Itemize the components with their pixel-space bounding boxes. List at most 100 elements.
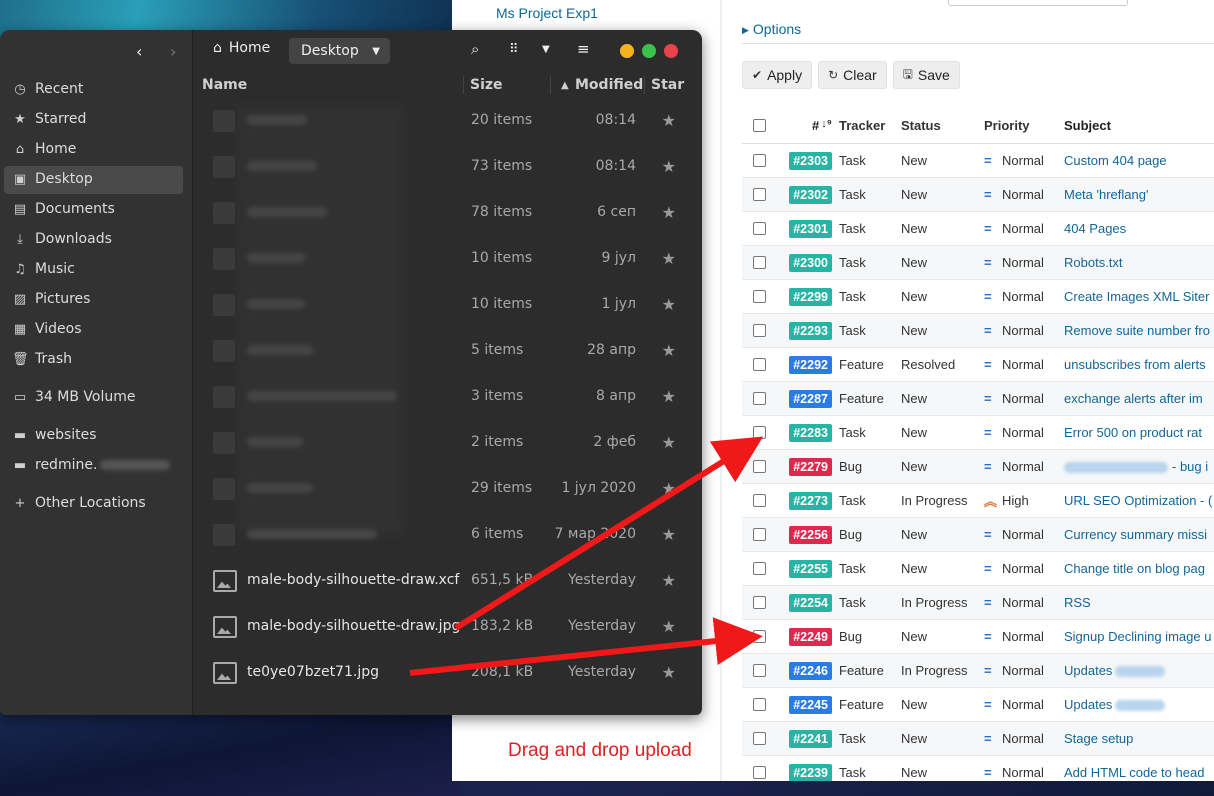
subject-cell[interactable]: Stage setup (1064, 731, 1214, 746)
row-checkbox[interactable] (742, 358, 776, 371)
row-checkbox[interactable] (742, 290, 776, 303)
issue-id-badge[interactable]: #2302 (789, 185, 832, 204)
issue-id-badge[interactable]: #2279 (789, 457, 832, 476)
issue-id-badge[interactable]: #2273 (789, 491, 832, 510)
forward-icon[interactable]: › (170, 42, 176, 61)
subject-link[interactable]: RSS (1064, 595, 1091, 610)
star-icon[interactable]: ★ (662, 387, 676, 406)
maximize-button[interactable] (642, 44, 656, 58)
checkbox[interactable] (752, 732, 766, 745)
sidebar-item-redmine[interactable]: ▬ redmine. (12, 457, 171, 473)
clear-button[interactable]: ↻ Clear (818, 61, 887, 89)
column-subject[interactable]: Subject (1064, 118, 1214, 133)
sidebar-item-videos[interactable]: ▦ Videos (12, 321, 82, 337)
sidebar-item-desktop[interactable]: ▣ Desktop (12, 171, 93, 187)
subject-cell[interactable]: Robots.txt (1064, 255, 1214, 270)
subject-link[interactable]: URL SEO Optimization - ( (1064, 493, 1212, 508)
checkbox[interactable] (752, 256, 766, 269)
close-button[interactable] (664, 44, 678, 58)
file-row[interactable]: male-body-silhouette-draw.xcf 651,5 kB Yes… (193, 558, 692, 604)
subject-link[interactable]: exchange alerts after im (1064, 391, 1203, 406)
star-icon[interactable]: ★ (662, 663, 676, 682)
row-checkbox[interactable] (742, 698, 776, 711)
subject-cell[interactable]: Updates (1064, 663, 1214, 678)
sidebar-item-pictures[interactable]: ▨ Pictures (12, 291, 91, 307)
checkbox[interactable] (752, 596, 766, 609)
subject-link[interactable]: Add HTML code to head (1064, 765, 1204, 780)
checkbox[interactable] (752, 426, 766, 439)
subject-link[interactable]: - bug i (1172, 459, 1208, 474)
row-checkbox[interactable] (742, 392, 776, 405)
table-row[interactable]: #2303 Task New = Normal Custom 404 page (742, 144, 1214, 178)
subject-cell[interactable]: 404 Pages (1064, 221, 1214, 236)
subject-cell[interactable]: Create Images XML Siter (1064, 289, 1214, 304)
row-checkbox[interactable] (742, 528, 776, 541)
breadcrumb-desktop[interactable]: Desktop ▼ (289, 38, 390, 64)
subject-link[interactable]: Robots.txt (1064, 255, 1123, 270)
table-row[interactable]: #2273 Task In Progress ︽ High URL SEO Optimiz… (742, 484, 1214, 518)
checkbox[interactable] (752, 562, 766, 575)
subject-cell[interactable]: Currency summary missi (1064, 527, 1214, 542)
star-icon[interactable]: ★ (662, 249, 676, 268)
star-icon[interactable]: ★ (662, 479, 676, 498)
table-row[interactable]: #2241 Task New = Normal Stage setup (742, 722, 1214, 756)
subject-cell[interactable]: exchange alerts after im (1064, 391, 1214, 406)
table-row[interactable]: #2239 Task New = Normal Add HTML code to head (742, 756, 1214, 781)
row-checkbox[interactable] (742, 256, 776, 269)
checkbox[interactable] (752, 188, 766, 201)
issue-id-badge[interactable]: #2239 (789, 763, 832, 781)
sidebar-item-music[interactable]: ♫ Music (12, 261, 75, 277)
column-tracker[interactable]: Tracker (839, 118, 901, 133)
sidebar-item-documents[interactable]: ▤ Documents (12, 201, 115, 217)
subject-cell[interactable]: Updates (1064, 697, 1214, 712)
table-row[interactable]: #2254 Task In Progress = Normal RSS (742, 586, 1214, 620)
sidebar-item-recent[interactable]: ◷ Recent (12, 81, 83, 97)
breadcrumb-home[interactable]: ⌂ Home (213, 40, 270, 56)
checkbox[interactable] (752, 290, 766, 303)
table-row[interactable]: #2283 Task New = Normal Error 500 on product … (742, 416, 1214, 450)
file-row[interactable]: te0ye07bzet71.jpg 208,1 kB Yesterday ★ (193, 650, 692, 696)
column-size[interactable]: Size (470, 77, 503, 93)
issue-id-badge[interactable]: #2246 (789, 661, 832, 680)
row-checkbox[interactable] (742, 426, 776, 439)
subject-link[interactable]: Meta 'hreflang' (1064, 187, 1148, 202)
subject-cell[interactable]: RSS (1064, 595, 1214, 610)
subject-link[interactable]: Updates (1064, 697, 1112, 712)
options-toggle[interactable]: ▶ Options (742, 21, 801, 37)
select-all-checkbox[interactable] (742, 119, 776, 132)
back-icon[interactable]: ‹ (136, 42, 142, 61)
checkbox[interactable] (752, 630, 766, 643)
view-options-chevron-icon[interactable]: ▼ (542, 44, 550, 55)
star-icon[interactable]: ★ (662, 341, 676, 360)
checkbox[interactable] (752, 392, 766, 405)
table-row[interactable]: #2292 Feature Resolved = Normal unsubscribes … (742, 348, 1214, 382)
search-icon[interactable]: ⌕ (471, 40, 479, 58)
star-icon[interactable]: ★ (662, 295, 676, 314)
table-row[interactable]: #2246 Feature In Progress = Normal Updates (742, 654, 1214, 688)
sidebar-item-websites[interactable]: ▬ websites (12, 427, 97, 443)
table-row[interactable]: #2279 Bug New = Normal - bug i (742, 450, 1214, 484)
subject-cell[interactable]: unsubscribes from alerts (1064, 357, 1214, 372)
checkbox[interactable] (752, 766, 766, 779)
subject-link[interactable]: Change title on blog pag (1064, 561, 1205, 576)
checkbox[interactable] (752, 528, 766, 541)
sidebar-item-volume[interactable]: ▭ 34 MB Volume (12, 389, 136, 405)
column-star[interactable]: Star (651, 77, 684, 93)
row-checkbox[interactable] (742, 766, 776, 779)
table-row[interactable]: #2299 Task New = Normal Create Images XML Sit… (742, 280, 1214, 314)
row-checkbox[interactable] (742, 562, 776, 575)
subject-cell[interactable]: Error 500 on product rat (1064, 425, 1214, 440)
table-row[interactable]: #2256 Bug New = Normal Currency summary missi (742, 518, 1214, 552)
table-row[interactable]: #2287 Feature New = Normal exchange alerts af… (742, 382, 1214, 416)
subject-link[interactable]: Create Images XML Siter (1064, 289, 1209, 304)
issue-id-badge[interactable]: #2299 (789, 287, 832, 306)
issue-id-badge[interactable]: #2303 (789, 151, 832, 170)
table-row[interactable]: #2301 Task New = Normal 404 Pages (742, 212, 1214, 246)
subject-link[interactable]: Custom 404 page (1064, 153, 1167, 168)
row-checkbox[interactable] (742, 154, 776, 167)
issue-id-badge[interactable]: #2293 (789, 321, 832, 340)
star-icon[interactable]: ★ (662, 525, 676, 544)
table-row[interactable]: #2245 Feature New = Normal Updates (742, 688, 1214, 722)
subject-link[interactable]: Error 500 on product rat (1064, 425, 1202, 440)
star-icon[interactable]: ★ (662, 617, 676, 636)
